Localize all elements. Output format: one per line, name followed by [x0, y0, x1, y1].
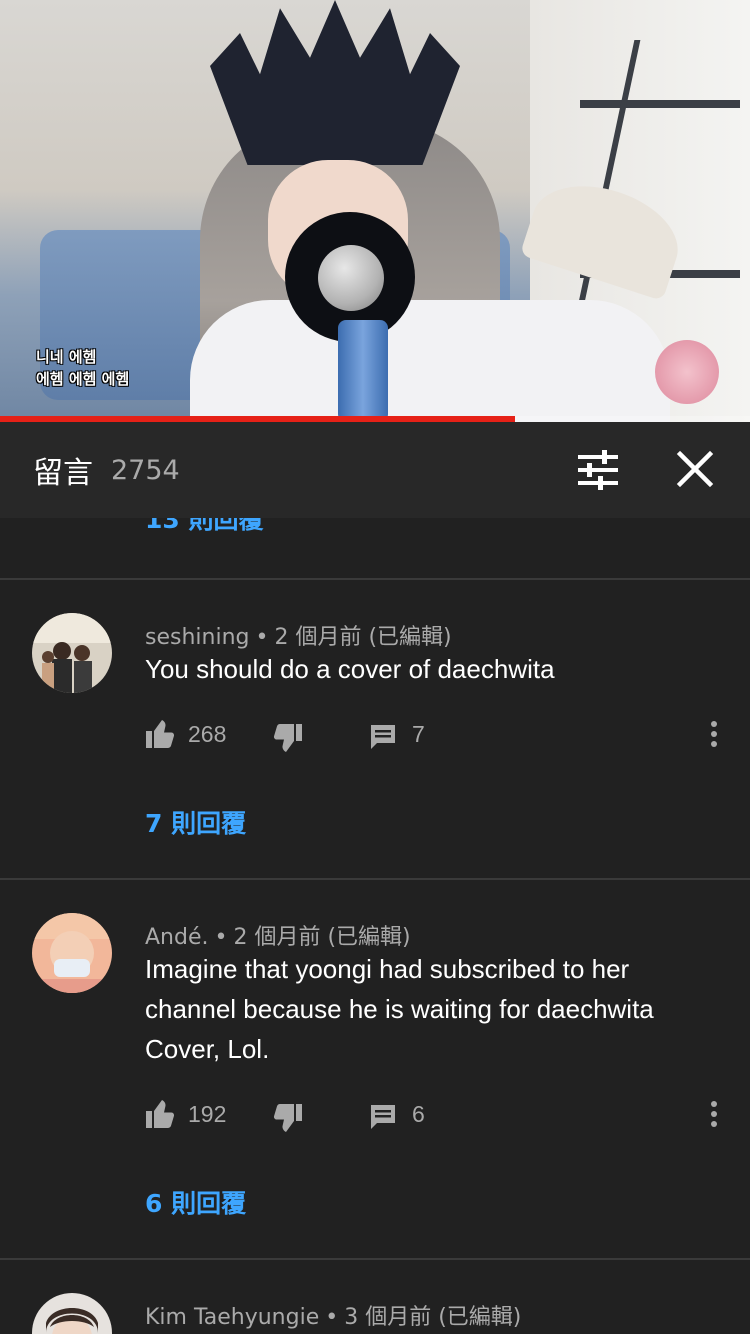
reply-count: 7 — [412, 721, 425, 747]
avatar[interactable] — [32, 1293, 112, 1334]
view-replies-link[interactable]: 13 則回覆 — [145, 518, 264, 536]
comments-count: 2754 — [111, 454, 180, 486]
video-jacket — [190, 300, 670, 422]
comment-meta: seshining • 2 個月前 (已編輯) — [145, 625, 452, 650]
video-crown — [210, 0, 460, 165]
sort-filter-icon[interactable] — [576, 450, 620, 490]
avatar[interactable] — [32, 913, 112, 993]
comment-author[interactable]: Kim Taehyungie — [145, 1305, 319, 1330]
avatar[interactable] — [32, 613, 112, 693]
comment-divider — [0, 878, 750, 880]
video-microphone — [318, 245, 384, 311]
comment-meta: Kim Taehyungie • 3 個月前 (已編輯) — [145, 1305, 522, 1330]
more-options-icon[interactable] — [707, 1099, 721, 1129]
comment-author[interactable]: seshining — [145, 625, 249, 650]
comment-divider — [0, 578, 750, 580]
like-icon[interactable] — [145, 1099, 175, 1129]
comment-time: 3 個月前 (已編輯) — [344, 1305, 522, 1330]
dislike-icon[interactable] — [273, 723, 303, 753]
subtitle-line: 니네 에헴 — [36, 348, 97, 366]
like-count: 268 — [188, 721, 227, 747]
comments-list[interactable]: 13 則回覆 seshining • 2 個月前 (已編輯) You should … — [0, 518, 750, 1334]
close-icon[interactable] — [674, 448, 716, 490]
dislike-icon[interactable] — [273, 1103, 303, 1133]
like-icon[interactable] — [145, 719, 175, 749]
view-replies-link[interactable]: 6 則回覆 — [145, 1184, 246, 1220]
comment-author[interactable]: Andé. — [145, 925, 209, 950]
comment-actions: 192 6 — [145, 1097, 735, 1137]
video-flowers — [655, 340, 719, 404]
more-options-icon[interactable] — [707, 719, 721, 749]
comment-divider — [0, 1258, 750, 1260]
like-count: 192 — [188, 1101, 227, 1127]
comment-text: Imagine that yoongi had subscribed to he… — [145, 954, 654, 1064]
comment-time: 2 個月前 (已編輯) — [233, 925, 411, 950]
video-subtitles: 니네 에헴 에헴 에헴 에헴 — [36, 346, 129, 390]
comment-meta: Andé. • 2 個月前 (已編輯) — [145, 925, 411, 950]
reply-icon[interactable] — [369, 723, 397, 751]
comment-time: 2 個月前 (已編輯) — [274, 625, 452, 650]
reply-count: 6 — [412, 1101, 425, 1127]
subtitle-line: 에헴 에헴 에헴 — [36, 370, 130, 388]
comments-header: 留言 2754 — [0, 422, 750, 518]
video-shelf — [580, 100, 740, 108]
comment-actions: 268 7 — [145, 717, 735, 757]
video-player[interactable]: 니네 에헴 에헴 에헴 에헴 — [0, 0, 750, 422]
video-microphone-body — [338, 320, 388, 422]
comments-title: 留言 — [33, 456, 93, 491]
view-replies-link[interactable]: 7 則回覆 — [145, 804, 246, 840]
reply-icon[interactable] — [369, 1103, 397, 1131]
comment-text: You should do a cover of daechwita — [145, 654, 555, 684]
